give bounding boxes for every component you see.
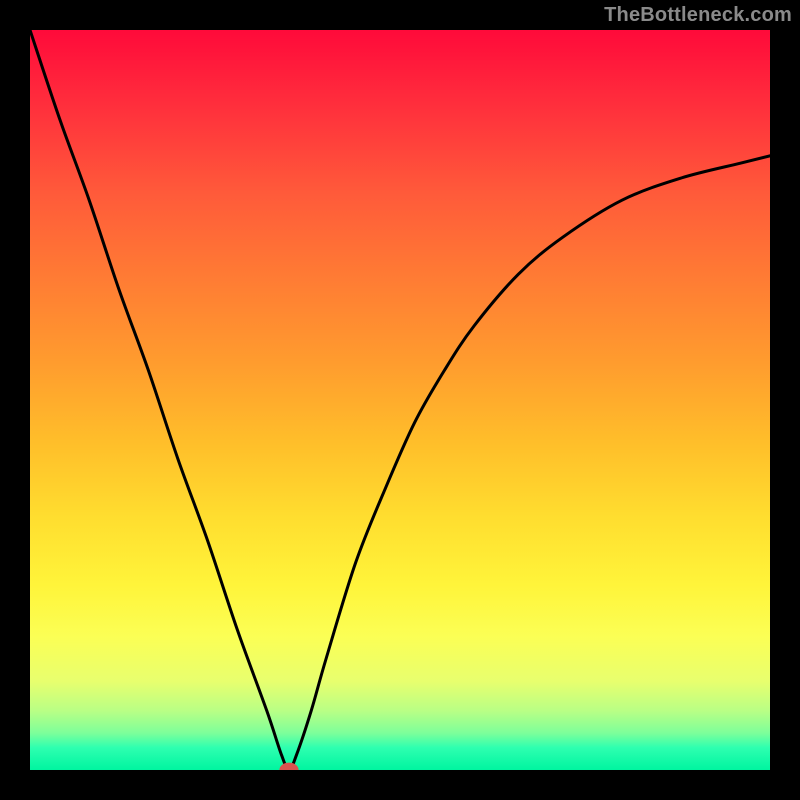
watermark-text: TheBottleneck.com <box>604 4 792 27</box>
chart-frame: TheBottleneck.com <box>0 0 800 800</box>
minimum-marker <box>279 763 298 770</box>
plot-area <box>30 30 770 770</box>
curve-svg <box>30 30 770 770</box>
bottleneck-curve <box>30 30 770 770</box>
